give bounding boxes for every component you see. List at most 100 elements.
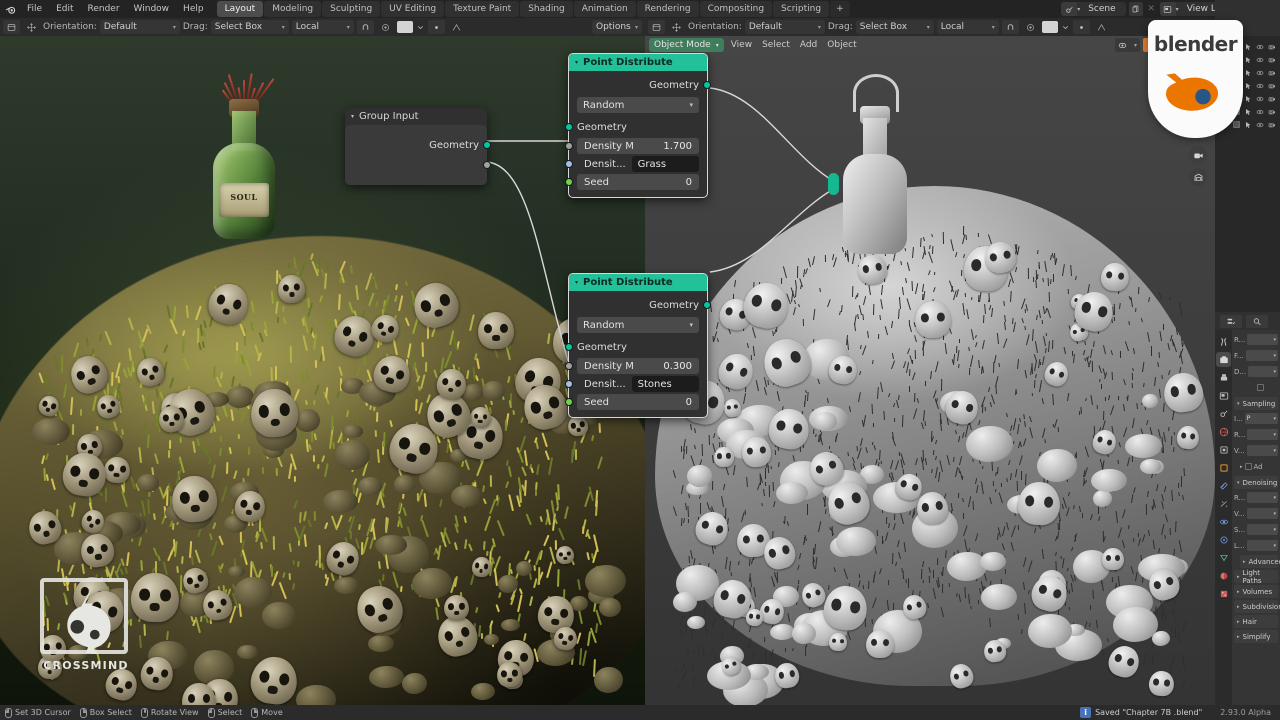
workspace-tab-uv-editing[interactable]: UV Editing <box>381 1 444 17</box>
outliner-checkbox[interactable] <box>1233 121 1240 128</box>
visibility-eye-icon[interactable] <box>1256 95 1264 103</box>
tab-view-layer[interactable] <box>1216 388 1231 403</box>
tab-constraints[interactable] <box>1216 532 1231 547</box>
tab-texture[interactable] <box>1216 586 1231 601</box>
chevron-down-icon[interactable]: ▾ <box>1273 416 1276 422</box>
tab-render[interactable] <box>1216 352 1231 367</box>
chevron-down-icon[interactable]: ▾ <box>1273 527 1276 533</box>
menu-render[interactable]: Render <box>81 0 127 18</box>
orientation-dropdown[interactable]: Default ▾ <box>100 20 180 34</box>
section-simplify[interactable]: ▸Simplify <box>1234 630 1278 643</box>
selectable-icon[interactable] <box>1244 69 1252 77</box>
tab-physics[interactable] <box>1216 514 1231 529</box>
viewport-right[interactable] <box>645 36 1215 705</box>
workspace-tabs[interactable]: LayoutModelingSculptingUV EditingTexture… <box>217 1 850 17</box>
disclosure-triangle-icon[interactable]: ▸ <box>1237 634 1240 640</box>
tab-world[interactable] <box>1216 424 1231 439</box>
selectable-icon[interactable] <box>1244 82 1252 90</box>
properties-editor[interactable]: R...▾F...▾D...▾ ▾SamplingI...P▾R...▾V...… <box>1215 330 1280 705</box>
tab-data[interactable] <box>1216 550 1231 565</box>
tab-output[interactable] <box>1216 370 1231 385</box>
viewport-menu-select[interactable]: Select <box>757 36 795 54</box>
object-visibility-icon[interactable] <box>1115 38 1131 52</box>
property-dropdown[interactable]: ▾ <box>1247 334 1278 345</box>
property-row[interactable]: R...▾ <box>1234 333 1278 346</box>
chevron-down-icon[interactable]: ▾ <box>818 24 821 31</box>
property-field[interactable]: ▾ <box>1247 429 1278 440</box>
workspace-tab-modeling[interactable]: Modeling <box>264 1 321 17</box>
snap-increment-icon[interactable] <box>1073 20 1090 34</box>
tab-collection[interactable] <box>1216 442 1231 457</box>
chevron-down-icon[interactable]: ▾ <box>173 24 176 31</box>
disclosure-triangle-icon[interactable]: ▾ <box>1237 401 1240 407</box>
property-field[interactable]: ▾ <box>1247 524 1278 535</box>
disclosure-triangle-icon[interactable]: ▾ <box>1237 480 1240 486</box>
disclosure-triangle-icon[interactable]: ▸ <box>1237 604 1240 610</box>
render-camera-icon[interactable] <box>1268 69 1276 77</box>
render-camera-icon[interactable] <box>1268 43 1276 51</box>
disclosure-triangle-icon[interactable]: ▸ <box>1237 589 1240 595</box>
scene-selector[interactable]: ▾ Scene <box>1061 2 1125 16</box>
render-camera-icon[interactable] <box>1268 95 1276 103</box>
options-dropdown[interactable]: Options ▾ <box>592 20 642 34</box>
denoise-row[interactable]: R...▾ <box>1234 491 1278 504</box>
disclosure-triangle-icon[interactable]: ▸ <box>1237 574 1240 580</box>
denoise-row[interactable]: L...▾ <box>1234 539 1278 552</box>
remove-scene-button[interactable]: ✕ <box>1146 4 1157 14</box>
menu-window[interactable]: Window <box>127 0 177 18</box>
property-icon[interactable]: ▾ <box>1246 350 1278 361</box>
chevron-down-icon[interactable]: ▾ <box>1273 448 1276 454</box>
render-properties-body[interactable]: R...▾F...▾D...▾ ▾SamplingI...P▾R...▾V...… <box>1232 330 1280 705</box>
chevron-down-icon[interactable]: ▾ <box>1273 543 1276 549</box>
drag-dropdown[interactable]: Select Box ▾ <box>856 20 934 34</box>
chevron-down-icon[interactable]: ▾ <box>1273 369 1276 375</box>
menu-help[interactable]: Help <box>176 0 211 18</box>
editor-type-icon[interactable] <box>3 20 20 34</box>
property-field[interactable]: ▾ <box>1247 492 1278 503</box>
chevron-down-icon[interactable]: ▾ <box>1273 353 1276 359</box>
visibility-group[interactable]: ▾ <box>1115 38 1140 52</box>
viewport-menu-object[interactable]: Object <box>822 36 861 54</box>
tab-scene[interactable] <box>1216 406 1231 421</box>
render-camera-icon[interactable] <box>1268 82 1276 90</box>
snap-dropdown[interactable]: Local ▾ <box>937 20 999 34</box>
workspace-tab-compositing[interactable]: Compositing <box>700 1 772 17</box>
transform-gizmo-icon[interactable] <box>668 20 685 34</box>
menu-edit[interactable]: Edit <box>49 0 80 18</box>
tab-particles[interactable] <box>1216 496 1231 511</box>
blender-logo-icon[interactable] <box>0 0 20 18</box>
section-sampling[interactable]: ▾Sampling <box>1234 397 1278 410</box>
property-checkbox[interactable] <box>1257 384 1264 391</box>
workspace-tab-shading[interactable]: Shading <box>520 1 573 17</box>
chevron-down-icon[interactable]: ▾ <box>1273 337 1276 343</box>
property-field[interactable]: ▾ <box>1247 508 1278 519</box>
disclosure-triangle-icon[interactable]: ▸ <box>1243 559 1246 565</box>
tab-modifiers[interactable] <box>1216 478 1231 493</box>
top-menu-bar[interactable]: FileEditRenderWindowHelp LayoutModelingS… <box>0 0 1280 18</box>
viewport-header[interactable]: Object Mode ▾ ViewSelectAddObject <box>645 36 866 54</box>
snap-increment-icon[interactable] <box>428 20 445 34</box>
section-light-paths[interactable]: ▸Light Paths <box>1234 570 1278 583</box>
sampling-row[interactable]: R...▾ <box>1234 428 1278 441</box>
snap-magnet-icon[interactable] <box>1002 20 1019 34</box>
visibility-eye-icon[interactable] <box>1256 82 1264 90</box>
snap-magnet-icon[interactable] <box>357 20 374 34</box>
adaptive-checkbox[interactable] <box>1245 463 1252 470</box>
workspace-tab-scripting[interactable]: Scripting <box>773 1 829 17</box>
camera-view-icon[interactable] <box>1189 146 1207 164</box>
workspace-tab-+[interactable]: + <box>830 1 850 17</box>
properties-tab-column[interactable] <box>1215 330 1232 705</box>
outliner-search-icon[interactable] <box>1246 315 1268 328</box>
property-field[interactable]: ▾ <box>1247 540 1278 551</box>
section-advanced[interactable]: ▸Advanced <box>1240 555 1278 568</box>
snap-dropdown[interactable]: Local ▾ <box>292 20 354 34</box>
falloff-caret-icon[interactable] <box>1061 20 1070 34</box>
property-row[interactable] <box>1234 381 1278 394</box>
proportional-edit-icon[interactable] <box>377 20 394 34</box>
toggle-perspective-icon[interactable] <box>1189 168 1207 186</box>
chevron-down-icon[interactable]: ▾ <box>1273 511 1276 517</box>
tab-tool[interactable] <box>1216 334 1231 349</box>
section-subdivision[interactable]: ▸Subdivision <box>1234 600 1278 613</box>
workspace-tab-animation[interactable]: Animation <box>574 1 636 17</box>
denoise-row[interactable]: S...▾ <box>1234 523 1278 536</box>
